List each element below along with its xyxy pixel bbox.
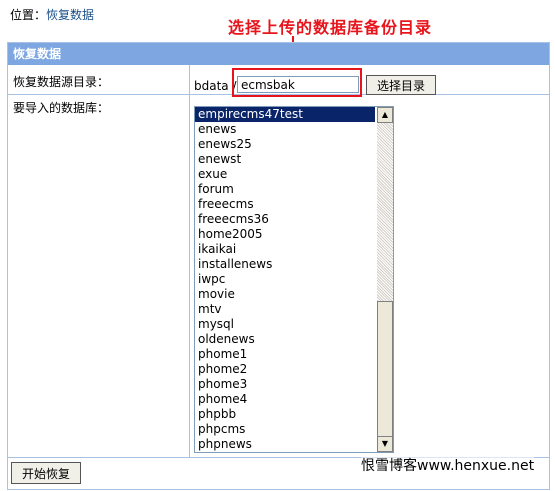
dir-label: 恢复数据源目录： <box>13 75 110 89</box>
database-option[interactable]: phome4 <box>195 392 375 407</box>
select-dir-button[interactable]: 选择目录 <box>366 75 436 95</box>
database-option[interactable]: phome3 <box>195 377 375 392</box>
annotation-highlight-box <box>232 68 362 97</box>
database-option[interactable]: enews25 <box>195 137 375 152</box>
database-option[interactable]: empirecms47test <box>195 107 375 122</box>
restore-panel: 恢复数据 恢复数据源目录： bdata / 选择目录 要导入的数据库： empi… <box>7 42 550 490</box>
watermark: 恨雪博客www.henxue.net <box>361 455 535 475</box>
database-option[interactable]: phpnews <box>195 437 375 452</box>
database-option[interactable]: movie <box>195 287 375 302</box>
database-option[interactable]: oldenews <box>195 332 375 347</box>
database-option[interactable]: phome2 <box>195 362 375 377</box>
database-option[interactable]: home2005 <box>195 227 375 242</box>
scroll-down-icon[interactable]: ▼ <box>377 436 393 452</box>
breadcrumb-prefix: 位置： <box>10 8 47 22</box>
start-restore-button[interactable]: 开始恢复 <box>11 462 81 484</box>
database-list: empirecms47test enews enews25 enewst exue for… <box>195 107 375 452</box>
database-option[interactable]: exue <box>195 167 375 182</box>
annotation-text: 选择上传的数据库备份目录 <box>228 18 433 37</box>
scroll-up-icon[interactable]: ▲ <box>377 107 393 123</box>
database-option[interactable]: ikaikai <box>195 242 375 257</box>
database-option[interactable]: mysql <box>195 317 375 332</box>
database-option[interactable]: forum <box>195 182 375 197</box>
database-option[interactable]: enews <box>195 122 375 137</box>
dir-prefix: bdata / <box>194 79 237 93</box>
breadcrumb-link[interactable]: 恢复数据 <box>46 8 94 22</box>
database-option[interactable]: freeecms36 <box>195 212 375 227</box>
database-listbox[interactable]: empirecms47test enews enews25 enewst exue for… <box>194 106 394 453</box>
database-option[interactable]: enewst <box>195 152 375 167</box>
database-option[interactable]: phpbb <box>195 407 375 422</box>
database-option[interactable]: phome1 <box>195 347 375 362</box>
scroll-thumb[interactable] <box>377 301 393 437</box>
database-option[interactable]: freeecms <box>195 197 375 212</box>
listbox-scrollbar[interactable]: ▲ ▼ <box>377 107 393 452</box>
database-option[interactable]: iwpc <box>195 272 375 287</box>
database-option[interactable]: phpcms <box>195 422 375 437</box>
database-option[interactable]: mtv <box>195 302 375 317</box>
panel-header: 恢复数据 <box>8 43 549 65</box>
db-label: 要导入的数据库： <box>13 101 110 115</box>
column-divider <box>189 65 190 457</box>
database-option[interactable]: installenews <box>195 257 375 272</box>
breadcrumb: 位置：恢复数据 <box>10 6 94 23</box>
